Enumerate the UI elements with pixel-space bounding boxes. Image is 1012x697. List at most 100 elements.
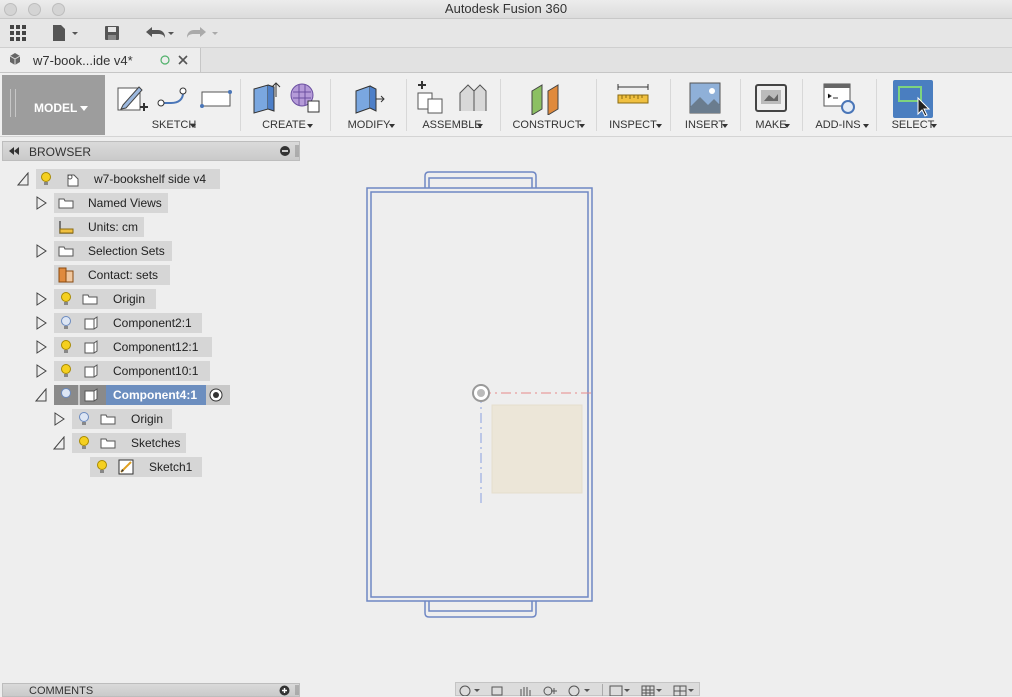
browser-node-units[interactable]: Units: cm (54, 217, 144, 237)
lightbulb-icon[interactable] (60, 340, 72, 354)
press-pull-icon[interactable] (352, 81, 386, 115)
ribbon-divider (596, 79, 597, 131)
browser-node-component4-origin[interactable]: Origin (72, 409, 172, 429)
sketch-profile[interactable] (491, 404, 583, 494)
add-ins-group[interactable]: ADD-INS (806, 73, 870, 135)
form-icon[interactable] (288, 81, 322, 115)
document-tab[interactable]: w7-book...ide v4* (0, 48, 201, 72)
expanded-arrow-icon[interactable] (17, 172, 29, 186)
lightbulb-off-icon[interactable] (78, 412, 90, 426)
chevron-down-icon (190, 124, 196, 128)
make-group[interactable]: MAKE (746, 73, 796, 135)
browser-node-named-views[interactable]: Named Views (54, 193, 168, 213)
browser-root-node[interactable]: w7-bookshelf side v4 (36, 169, 220, 189)
workspace-switcher-button[interactable]: MODEL (2, 75, 105, 135)
construct-group[interactable]: CONSTRUCT (506, 73, 588, 135)
close-tab-icon[interactable] (178, 55, 188, 65)
lightbulb-off-icon[interactable] (60, 388, 72, 402)
save-button[interactable] (102, 23, 122, 43)
ribbon-divider (876, 79, 877, 131)
browser-node-label: Component12:1 (113, 340, 199, 354)
select-tool-button[interactable] (893, 80, 933, 118)
data-panel-button[interactable] (8, 23, 28, 43)
extrude-icon[interactable] (248, 81, 282, 115)
browser-node-component2[interactable]: Component2:1 (54, 313, 202, 333)
pan-hand-icon[interactable] (518, 684, 532, 696)
modify-group[interactable]: MODIFY (336, 73, 402, 135)
viewports-icon[interactable] (672, 684, 696, 696)
browser-node-sketches[interactable]: Sketches (72, 433, 186, 453)
quick-access-toolbar (0, 19, 1012, 48)
browser-panel-header[interactable]: BROWSER (2, 141, 300, 161)
sketch-group[interactable]: SKETCH (110, 73, 238, 135)
browser-node-origin[interactable]: Origin (54, 289, 156, 309)
collapsed-arrow-icon[interactable] (35, 340, 47, 354)
insert-image-icon[interactable] (688, 81, 722, 115)
collapse-panel-icon[interactable] (8, 146, 20, 156)
browser-node-contact-sets[interactable]: Contact: sets (54, 265, 170, 285)
construct-group-label: CONSTRUCT (512, 119, 582, 131)
look-at-icon[interactable] (490, 684, 504, 696)
expanded-arrow-icon[interactable] (53, 436, 65, 450)
model-viewport[interactable] (300, 137, 1012, 685)
undo-button[interactable] (142, 23, 176, 43)
collapsed-arrow-icon[interactable] (53, 412, 65, 426)
browser-node-component12[interactable]: Component12:1 (54, 337, 212, 357)
chevron-down-icon (656, 124, 662, 128)
file-menu-button[interactable] (50, 23, 80, 43)
insert-group[interactable]: INSERT (676, 73, 734, 135)
origin-point[interactable] (472, 384, 490, 402)
create-sketch-icon[interactable] (115, 81, 149, 115)
scripts-addins-icon[interactable] (822, 81, 856, 115)
design-canvas[interactable] (300, 137, 1012, 685)
nav-divider (602, 684, 603, 696)
browser-node-label: Component4:1 (113, 388, 197, 402)
inspect-group[interactable]: INSPECT (602, 73, 664, 135)
collapsed-arrow-icon[interactable] (35, 364, 47, 378)
browser-node-label: Contact: sets (88, 268, 159, 282)
lightbulb-icon[interactable] (40, 172, 52, 186)
lightbulb-icon[interactable] (60, 292, 72, 306)
3d-print-icon[interactable] (754, 81, 788, 115)
collapsed-arrow-icon[interactable] (35, 244, 47, 258)
browser-node-sketch1[interactable]: Sketch1 (90, 457, 202, 477)
chevron-down-icon (931, 124, 937, 128)
activate-component-icon[interactable] (209, 388, 223, 402)
lightbulb-icon[interactable] (60, 364, 72, 378)
panel-grip-icon[interactable] (295, 685, 299, 695)
collapsed-arrow-icon[interactable] (35, 292, 47, 306)
assemble-group[interactable]: ASSEMBLE (412, 73, 492, 135)
ribbon-divider (802, 79, 803, 131)
chevron-down-icon (389, 124, 395, 128)
minimize-panel-icon[interactable] (279, 145, 291, 157)
ribbon-grip[interactable] (10, 89, 16, 117)
add-comment-icon[interactable] (279, 685, 290, 696)
lightbulb-icon[interactable] (96, 460, 108, 474)
zoom-icon[interactable] (542, 684, 560, 696)
orbit-icon[interactable] (458, 684, 482, 696)
lightbulb-off-icon[interactable] (60, 316, 72, 330)
add-ins-group-label: ADD-INS (815, 119, 861, 131)
collapsed-arrow-icon[interactable] (35, 196, 47, 210)
measure-icon[interactable] (616, 81, 650, 115)
grid-settings-icon[interactable] (640, 684, 664, 696)
select-group[interactable]: SELECT (884, 73, 942, 135)
browser-node-component4[interactable]: Component4:1 (54, 385, 230, 405)
create-group[interactable]: CREATE (244, 73, 324, 135)
lightbulb-icon[interactable] (78, 436, 90, 450)
expanded-arrow-icon[interactable] (35, 388, 47, 402)
offset-plane-icon[interactable] (528, 81, 568, 115)
browser-node-selection-sets[interactable]: Selection Sets (54, 241, 172, 261)
folder-icon (58, 198, 74, 209)
panel-grip-icon[interactable] (295, 145, 299, 157)
joint-icon[interactable] (456, 81, 490, 115)
browser-node-component10[interactable]: Component10:1 (54, 361, 210, 381)
fit-icon[interactable] (568, 684, 592, 696)
new-component-icon[interactable] (414, 81, 448, 115)
display-settings-icon[interactable] (608, 684, 632, 696)
collapsed-arrow-icon[interactable] (35, 316, 47, 330)
rectangle-tool-icon[interactable] (199, 81, 233, 115)
chevron-down-icon (477, 124, 483, 128)
line-tool-icon[interactable] (157, 81, 189, 115)
redo-button[interactable] (186, 23, 220, 43)
